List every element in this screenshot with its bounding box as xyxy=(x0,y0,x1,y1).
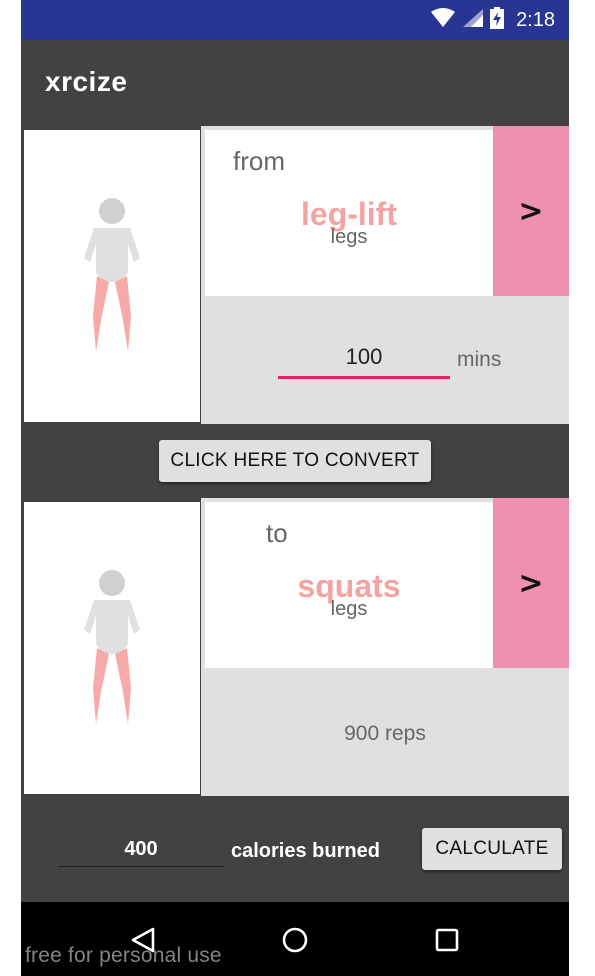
to-muscle-group: legs xyxy=(330,598,368,620)
back-triangle-icon[interactable] xyxy=(125,922,161,958)
battery-charging-icon xyxy=(490,6,505,34)
status-bar: 2:18 xyxy=(21,0,569,40)
from-next-exercise-button[interactable]: > xyxy=(493,126,569,296)
navigation-bar xyxy=(21,902,569,976)
cell-signal-icon xyxy=(462,8,484,33)
wifi-icon xyxy=(430,7,456,33)
to-exercise-panel: to squats legs > 900 reps xyxy=(21,498,569,796)
app-title: xrcize xyxy=(45,66,128,97)
to-next-exercise-button[interactable]: > xyxy=(493,498,569,668)
calories-band: calories burned CALCULATE xyxy=(21,796,569,902)
conversion-result: 900 reps xyxy=(344,722,426,745)
from-name-card: from leg-lift legs xyxy=(205,130,493,296)
body-figure-icon xyxy=(84,198,140,352)
from-muscle-group: legs xyxy=(330,226,368,248)
from-detail-area: from leg-lift legs > mins xyxy=(201,126,569,424)
status-icons: 2:18 xyxy=(430,6,555,34)
recents-square-icon[interactable] xyxy=(429,922,465,958)
home-circle-icon[interactable] xyxy=(277,922,313,958)
to-detail-area: to squats legs > 900 reps xyxy=(201,498,569,796)
chevron-right-icon: > xyxy=(518,193,544,229)
from-body-figure xyxy=(24,130,200,422)
calculate-button[interactable]: CALCULATE xyxy=(422,828,562,870)
to-label: to xyxy=(266,518,288,548)
from-exercise-panel: from leg-lift legs > mins xyxy=(21,126,569,424)
phone-screen: 2:18 xrcize from leg-lift legs > 100 min… xyxy=(21,0,569,976)
app-bar: xrcize xyxy=(21,40,569,126)
duration-input[interactable] xyxy=(278,338,450,379)
convert-button[interactable]: CLICK HERE TO CONVERT xyxy=(159,440,431,482)
duration-unit-label: mins xyxy=(457,348,502,371)
status-time: 2:18 xyxy=(516,8,555,31)
body-figure-icon xyxy=(84,570,140,724)
convert-band: CLICK HERE TO CONVERT xyxy=(21,424,569,498)
to-body-figure xyxy=(24,502,200,794)
calories-input[interactable] xyxy=(58,832,224,867)
from-label: from xyxy=(233,146,285,176)
chevron-right-icon: > xyxy=(518,565,544,601)
page: 2:18 xrcize from leg-lift legs > 100 min… xyxy=(0,0,595,976)
calories-label: calories burned xyxy=(231,840,380,862)
to-name-card: to squats legs xyxy=(205,502,493,668)
